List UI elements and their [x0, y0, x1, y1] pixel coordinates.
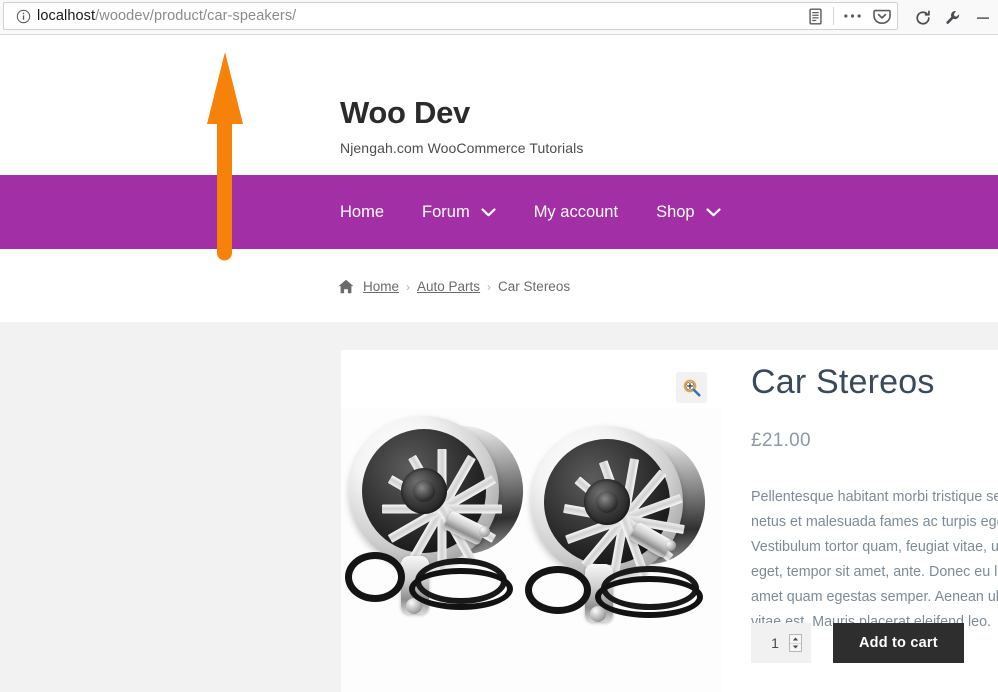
browser-toolbar: localhost/woodev/product/car-speakers/ — [0, 0, 998, 35]
breadcrumb-bar: Home › Auto Parts › Car Stereos — [0, 249, 998, 322]
chevron-down-icon[interactable] — [706, 207, 721, 217]
add-to-cart-button[interactable]: Add to cart — [833, 623, 964, 663]
product-card: Car Stereos £21.00 Pellentesque habitant… — [341, 350, 998, 692]
breadcrumb-link-auto-parts[interactable]: Auto Parts — [417, 279, 480, 294]
ellipsis-icon[interactable] — [837, 3, 867, 29]
wrench-icon[interactable] — [938, 3, 968, 33]
spinner-up-icon[interactable] — [790, 635, 801, 644]
urlbar-buttons — [800, 3, 897, 29]
content-area: Car Stereos £21.00 Pellentesque habitant… — [0, 322, 998, 692]
chevron-down-icon[interactable] — [481, 207, 496, 217]
product-gallery — [341, 350, 721, 692]
page-title: Car Stereos — [751, 363, 935, 401]
nav-item-label: Home — [340, 202, 385, 221]
nav-item-label: Shop — [656, 202, 695, 221]
breadcrumb-current: Car Stereos — [498, 279, 571, 294]
zoom-in-icon[interactable] — [676, 372, 707, 403]
home-icon[interactable] — [338, 279, 354, 294]
breadcrumb-separator: › — [406, 279, 411, 294]
quantity-spinner[interactable] — [789, 634, 802, 652]
pocket-icon[interactable] — [867, 3, 897, 29]
product-description: Pellentesque habitant morbi tristique se… — [751, 489, 998, 631]
product-summary: Car Stereos £21.00 Pellentesque habitant… — [751, 350, 998, 692]
reader-mode-icon[interactable] — [800, 3, 830, 29]
nav-item-my-account[interactable]: My account — [534, 203, 618, 222]
breadcrumb: Home › Auto Parts › Car Stereos — [338, 279, 570, 294]
quantity-stepper[interactable] — [751, 623, 811, 663]
url-text[interactable]: localhost/woodev/product/car-speakers/ — [35, 8, 800, 24]
nav-list: Home Forum My account Shop — [340, 175, 759, 249]
add-to-cart-form: Add to cart — [751, 623, 964, 663]
product-price: £21.00 — [751, 430, 811, 452]
site-branding: Woo Dev Njengah.com WooCommerce Tutorial… — [340, 97, 583, 156]
toolbar-divider — [833, 7, 834, 25]
nav-item-label: Forum — [422, 202, 470, 221]
info-icon[interactable] — [11, 9, 35, 24]
site-tagline: Njengah.com WooCommerce Tutorials — [340, 140, 584, 156]
breadcrumb-link-home[interactable]: Home — [363, 279, 399, 294]
nav-item-forum[interactable]: Forum — [422, 203, 496, 222]
nav-item-label: My account — [533, 202, 619, 221]
nav-item-home[interactable]: Home — [340, 203, 384, 222]
spinner-down-icon[interactable] — [790, 644, 801, 652]
reload-icon[interactable] — [908, 3, 938, 33]
page-viewport: Woo Dev Njengah.com WooCommerce Tutorial… — [0, 35, 998, 692]
breadcrumb-separator: › — [487, 279, 492, 294]
minimize-icon[interactable] — [968, 3, 998, 33]
site-title[interactable]: Woo Dev — [340, 97, 583, 128]
product-image[interactable] — [341, 408, 721, 692]
speaker-right — [525, 426, 716, 622]
address-bar[interactable]: localhost/woodev/product/car-speakers/ — [3, 2, 898, 30]
main-navigation: Home Forum My account Shop — [0, 175, 998, 249]
window-controls — [908, 0, 998, 35]
site-header: Woo Dev Njengah.com WooCommerce Tutorial… — [0, 35, 998, 175]
nav-item-shop[interactable]: Shop — [656, 203, 721, 222]
speaker-left — [345, 416, 534, 614]
